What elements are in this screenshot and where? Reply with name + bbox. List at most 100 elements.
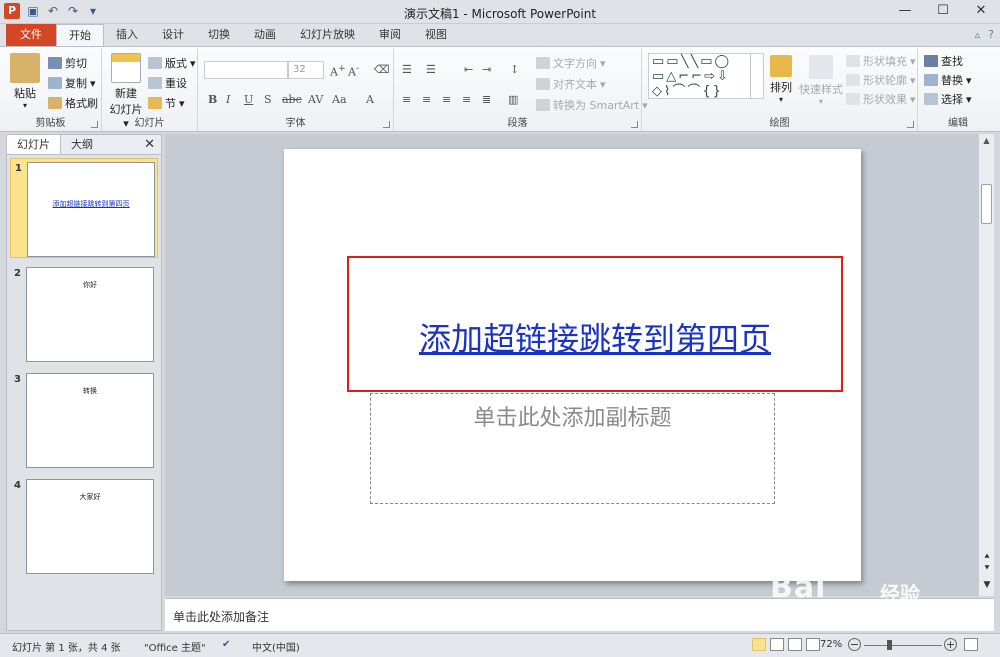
tab-slideshow[interactable]: 幻灯片放映 xyxy=(288,24,367,46)
tab-outline[interactable]: 大纲 xyxy=(61,135,103,154)
minimize-ribbon-icon[interactable]: ▵ xyxy=(975,28,981,41)
shape-fill-button[interactable]: 形状填充 ▾ xyxy=(846,53,916,69)
shape-outline-button[interactable]: 形状轮廓 ▾ xyxy=(846,72,916,88)
normal-view-icon[interactable] xyxy=(752,638,766,651)
vertical-scrollbar[interactable]: ▲ ⯅ ⯆ ▼ xyxy=(978,134,994,596)
increase-indent-icon[interactable]: ⇥ xyxy=(482,63,491,76)
baidu-watermark-logo: Bai xyxy=(770,570,827,605)
zoom-slider-thumb[interactable] xyxy=(887,640,892,650)
font-color-icon[interactable]: A xyxy=(366,93,374,106)
justify-icon[interactable]: ≡ xyxy=(462,93,471,106)
close-icon[interactable]: ✕ xyxy=(144,137,155,152)
outline-icon xyxy=(846,74,860,86)
section-button[interactable]: 节 ▾ xyxy=(148,95,185,111)
next-slide-icon[interactable]: ⯆ xyxy=(979,564,995,574)
font-name-select[interactable] xyxy=(204,61,288,79)
slideshow-icon[interactable] xyxy=(806,638,820,651)
tab-transitions[interactable]: 切换 xyxy=(196,24,242,46)
shadow-icon[interactable]: S xyxy=(264,93,272,106)
clear-format-icon[interactable]: ⌫ xyxy=(374,63,390,76)
smartart-button[interactable]: 转换为 SmartArt ▾ xyxy=(536,97,648,113)
bold-icon[interactable]: B xyxy=(208,93,217,106)
tab-review[interactable]: 审阅 xyxy=(367,24,413,46)
tab-insert[interactable]: 插入 xyxy=(104,24,150,46)
italic-icon[interactable]: I xyxy=(226,93,230,106)
copy-icon xyxy=(48,77,62,89)
align-right-icon[interactable]: ≡ xyxy=(442,93,451,106)
dialog-launcher-icon[interactable] xyxy=(631,121,638,128)
tab-view[interactable]: 视图 xyxy=(413,24,459,46)
font-size-select[interactable]: 32 xyxy=(288,61,324,79)
maximize-button[interactable]: ☐ xyxy=(924,0,962,24)
change-case-icon[interactable]: Aa xyxy=(332,93,347,106)
scroll-down-icon[interactable]: ▼ xyxy=(979,580,995,590)
slide-thumbnail-2[interactable]: 2 你好 xyxy=(10,264,158,364)
layout-button[interactable]: 版式 ▾ xyxy=(148,55,196,71)
line-spacing-icon[interactable]: ↕ xyxy=(510,63,519,76)
zoom-level[interactable]: 72% xyxy=(820,639,842,650)
align-left-icon[interactable]: ≡ xyxy=(402,93,411,106)
shapes-gallery[interactable]: ▭▭╲╲▭◯ ▭△⌐⌐⇨⇩ ◇⌇⌒⌒{} xyxy=(648,53,764,99)
title-placeholder-highlight[interactable]: 添加超链接跳转到第四页 xyxy=(347,256,843,392)
decrease-indent-icon[interactable]: ⇤ xyxy=(464,63,473,76)
bullets-icon[interactable]: ☰ xyxy=(402,63,412,76)
arrange-button[interactable]: 排列 ▾ xyxy=(766,53,796,104)
char-spacing-icon[interactable]: AV xyxy=(308,93,323,106)
reading-view-icon[interactable] xyxy=(788,638,802,651)
slide-thumbnail-4[interactable]: 4 大家好 xyxy=(10,476,158,576)
tab-animations[interactable]: 动画 xyxy=(242,24,288,46)
tab-home[interactable]: 开始 xyxy=(56,24,104,46)
arrange-icon xyxy=(770,55,792,77)
replace-button[interactable]: 替换 ▾ xyxy=(924,72,972,88)
slides-panel: 幻灯片 大纲 ✕ 1 添加超链接跳转到第四页 2 你好 3 转换 4 大家好 xyxy=(6,134,162,631)
underline-icon[interactable]: U xyxy=(244,93,253,106)
subtitle-placeholder[interactable]: 单击此处添加副标题 xyxy=(370,393,775,504)
slide-thumbnail-1[interactable]: 1 添加超链接跳转到第四页 xyxy=(10,158,158,258)
zoom-slider-track[interactable] xyxy=(864,645,942,646)
shrink-font-icon[interactable]: A- xyxy=(348,63,359,79)
minimize-button[interactable]: — xyxy=(886,0,924,24)
fit-to-window-icon[interactable] xyxy=(964,638,978,651)
language-status[interactable]: 中文(中国) xyxy=(252,639,300,654)
tab-file[interactable]: 文件 xyxy=(6,24,56,46)
slide-sorter-icon[interactable] xyxy=(770,638,784,651)
spell-check-icon[interactable]: ✔ xyxy=(222,639,230,650)
distributed-icon[interactable]: ≣ xyxy=(482,93,491,106)
slide-title-hyperlink[interactable]: 添加超链接跳转到第四页 xyxy=(349,314,841,360)
zoom-out-icon[interactable]: − xyxy=(848,638,861,651)
zoom-in-icon[interactable]: + xyxy=(944,638,957,651)
scrollbar-thumb[interactable] xyxy=(981,184,992,224)
paste-button[interactable]: 粘贴 ▾ xyxy=(8,53,42,110)
copy-button[interactable]: 复制 ▾ xyxy=(48,75,96,91)
grow-font-icon[interactable]: A+ xyxy=(330,63,346,79)
columns-icon[interactable]: ▥ xyxy=(508,93,518,106)
reset-button[interactable]: 重设 xyxy=(148,75,187,91)
new-slide-icon xyxy=(111,53,141,83)
replace-icon xyxy=(924,74,938,86)
numbering-icon[interactable]: ☰ xyxy=(426,63,436,76)
text-direction-button[interactable]: 文字方向 ▾ xyxy=(536,55,606,71)
gallery-scroll[interactable] xyxy=(750,53,762,99)
select-button[interactable]: 选择 ▾ xyxy=(924,91,972,107)
cut-button[interactable]: 剪切 xyxy=(48,55,87,71)
dialog-launcher-icon[interactable] xyxy=(383,121,390,128)
clipboard-group-label: 剪贴板 xyxy=(35,118,66,129)
theme-status[interactable]: "Office 主题" xyxy=(144,639,206,654)
help-icon[interactable]: ? xyxy=(988,28,994,41)
previous-slide-icon[interactable]: ⯅ xyxy=(979,552,995,562)
shape-effects-button[interactable]: 形状效果 ▾ xyxy=(846,91,916,107)
slide-thumbnail-3[interactable]: 3 转换 xyxy=(10,370,158,470)
tab-slides[interactable]: 幻灯片 xyxy=(7,135,61,154)
scroll-up-icon[interactable]: ▲ xyxy=(979,134,994,148)
strikethrough-icon[interactable]: abc xyxy=(282,93,302,106)
quick-styles-button[interactable]: 快速样式 ▾ xyxy=(798,53,844,106)
dialog-launcher-icon[interactable] xyxy=(907,121,914,128)
format-painter-button[interactable]: 格式刷 xyxy=(48,95,98,111)
find-button[interactable]: 查找 xyxy=(924,53,963,69)
tab-design[interactable]: 设计 xyxy=(150,24,196,46)
align-text-button[interactable]: 对齐文本 ▾ xyxy=(536,76,606,92)
align-center-icon[interactable]: ≡ xyxy=(422,93,431,106)
close-button[interactable]: ✕ xyxy=(962,0,1000,24)
dialog-launcher-icon[interactable] xyxy=(91,121,98,128)
cut-label: 剪切 xyxy=(65,57,87,70)
